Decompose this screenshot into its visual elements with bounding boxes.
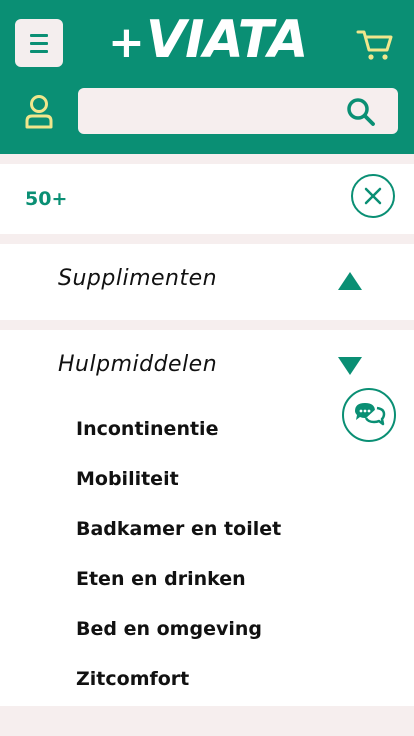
age-filter-label: 50+: [25, 188, 68, 210]
hamburger-icon: [30, 33, 48, 37]
logo[interactable]: +VIATA: [108, 10, 309, 70]
cart-icon[interactable]: [356, 28, 394, 62]
logo-text: VIATA: [145, 10, 309, 70]
subcategory-item[interactable]: Eten en drinken: [76, 566, 281, 616]
user-account-icon[interactable]: [24, 94, 54, 130]
search-input[interactable]: [88, 96, 342, 128]
subcategory-item[interactable]: Bed en omgeving: [76, 616, 281, 666]
logo-plus: +: [108, 17, 145, 68]
category-title[interactable]: Hulpmiddelen: [58, 352, 217, 377]
subcategory-item[interactable]: Incontinentie: [76, 416, 281, 466]
triangle-down-icon[interactable]: [337, 356, 363, 376]
search-box: [78, 88, 398, 134]
category-supplimenten[interactable]: Supplimenten: [0, 244, 414, 320]
search-icon[interactable]: [346, 97, 376, 127]
subcategory-item[interactable]: Mobiliteit: [76, 466, 281, 516]
subcategory-item[interactable]: Badkamer en toilet: [76, 516, 281, 566]
subcategory-list: Incontinentie Mobiliteit Badkamer en toi…: [76, 416, 281, 716]
category-title: Supplimenten: [58, 266, 218, 291]
header: +VIATA: [0, 0, 414, 154]
chat-bubbles-icon: [355, 403, 386, 426]
close-icon: [364, 187, 382, 205]
age-filter-row: 50+: [0, 164, 414, 234]
hamburger-icon: [30, 41, 48, 45]
chat-button[interactable]: [342, 388, 396, 442]
triangle-up-icon[interactable]: [337, 271, 363, 291]
hamburger-icon: [30, 49, 48, 53]
subcategory-item[interactable]: Zitcomfort: [76, 666, 281, 716]
category-hulpmiddelen: Hulpmiddelen Incontinentie Mobiliteit Ba…: [0, 330, 414, 706]
hamburger-menu-button[interactable]: [15, 19, 63, 67]
close-menu-button[interactable]: [351, 174, 395, 218]
